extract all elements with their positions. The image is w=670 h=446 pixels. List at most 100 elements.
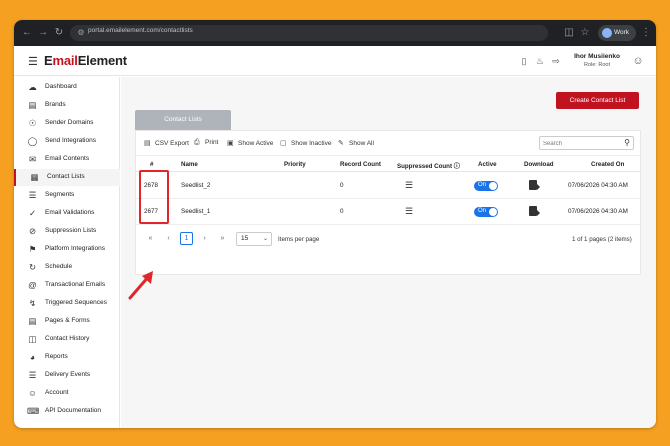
print-label: Print	[205, 139, 219, 146]
cloud-icon: ☁	[28, 82, 37, 92]
check-circle-icon: ✓	[28, 208, 37, 218]
sidebar-item-reports[interactable]: ◕ Reports	[14, 349, 120, 366]
show-active-button[interactable]: ▣ Show Active	[227, 139, 273, 147]
active-filter-icon: ▣	[227, 140, 234, 147]
last-page-icon[interactable]: »	[216, 232, 229, 245]
row-created-on: 07/06/2026 04:30 AM	[568, 182, 628, 189]
csv-export-label: CSV Export	[155, 140, 189, 147]
first-page-icon[interactable]: «	[144, 232, 157, 245]
search-input[interactable]	[543, 139, 618, 148]
column-header-name[interactable]: Name	[181, 161, 198, 168]
integration-icon: ◯	[27, 136, 38, 146]
sidebar-item-send-integrations[interactable]: ◯ Send Integrations	[14, 133, 120, 150]
tag-icon: ⚑	[28, 244, 37, 254]
toggle-label: On	[478, 208, 487, 214]
show-all-icon: ✎	[338, 140, 344, 147]
sidebar-item-transactional-emails[interactable]: @ Transactional Emails	[14, 277, 120, 294]
search-icon[interactable]: ⚲	[624, 138, 630, 147]
sidebar-item-label: Brands	[45, 101, 66, 108]
logout-icon[interactable]: ⇨	[550, 55, 562, 67]
logo-suffix: Element	[77, 53, 127, 68]
row-name[interactable]: Seedlist_2	[181, 182, 210, 189]
next-page-icon[interactable]: ›	[198, 232, 211, 245]
active-toggle[interactable]: On	[474, 207, 498, 217]
sidebar-item-label: Platform Integrations	[45, 245, 105, 252]
profile-chip[interactable]: Work	[598, 25, 636, 41]
column-header-created-on[interactable]: Created On	[591, 161, 624, 168]
sidebar-item-triggered-sequences[interactable]: ↯ Triggered Sequences	[14, 295, 120, 312]
column-header-active[interactable]: Active	[478, 161, 497, 168]
sidebar-item-label: Schedule	[45, 263, 73, 270]
print-button[interactable]: ⎙ Print	[194, 139, 218, 147]
search-box: ⚲	[539, 136, 634, 150]
column-header-download[interactable]: Download	[524, 161, 554, 168]
prev-page-icon[interactable]: ‹	[162, 232, 175, 245]
main-content: Create Contact List Contact Lists ▤ CSV E…	[121, 77, 656, 428]
sidebar-item-label: Segments	[45, 191, 75, 198]
logo-mid: mail	[52, 53, 78, 68]
page-size-select[interactable]: 15 ⌄	[236, 232, 272, 246]
suppressed-list-icon[interactable]: ☰	[405, 180, 413, 191]
sidebar-item-label: Account	[45, 389, 69, 396]
sidebar-item-label: Send Integrations	[45, 137, 96, 144]
sidebar-item-dashboard[interactable]: ☁ Dashboard	[14, 79, 120, 96]
schedule-icon: ↻	[28, 262, 37, 272]
menu-icon[interactable]: ☰	[28, 55, 38, 68]
sidebar-item-contact-lists[interactable]: ▦ Contact Lists	[14, 169, 120, 186]
sidebar-item-label: Delivery Events	[45, 371, 91, 378]
pages-icon: ▤	[28, 316, 37, 326]
sidebar-item-delivery-events[interactable]: ☰ Delivery Events	[14, 367, 120, 384]
sidebar-item-sender-domains[interactable]: ☉ Sender Domains	[14, 115, 120, 132]
reload-icon[interactable]: ↻	[52, 25, 66, 41]
show-inactive-button[interactable]: ▢ Show Inactive	[280, 139, 331, 147]
suppressed-list-icon[interactable]: ☰	[405, 206, 413, 217]
download-icon[interactable]	[529, 180, 540, 190]
sidebar-item-segments[interactable]: ☰ Segments	[14, 187, 120, 204]
row-created-on: 07/06/2026 04:30 AM	[568, 208, 628, 215]
info-icon[interactable]: ⓘ	[454, 163, 460, 170]
account-icon: ☺	[28, 388, 37, 398]
logo[interactable]: EmailElement	[44, 53, 127, 68]
bell-icon[interactable]: ♨	[534, 55, 546, 67]
table-row[interactable]: 2678 Seedlist_2 0 ☰ On 07/06/2026 04:30 …	[136, 173, 640, 199]
show-all-button[interactable]: ✎ Show All	[338, 139, 374, 147]
pagination-summary: 1 of 1 pages (2 items)	[572, 236, 632, 243]
create-contact-list-button[interactable]: Create Contact List	[556, 92, 639, 109]
chevron-down-icon: ⌄	[262, 236, 268, 242]
sidebar-item-email-validations[interactable]: ✓ Email Validations	[14, 205, 120, 222]
bolt-icon: ↯	[28, 298, 37, 308]
sidebar-item-api-documentation[interactable]: ⌨ API Documentation	[14, 403, 120, 420]
user-info: Ihor Musiienko Role: Root	[567, 53, 627, 68]
segments-icon: ☰	[28, 190, 37, 200]
column-header-priority[interactable]: Priority	[284, 161, 306, 168]
sidebar-item-contact-history[interactable]: ◫ Contact History	[14, 331, 120, 348]
share-icon[interactable]: ◫	[562, 25, 576, 41]
sidebar-item-pages-forms[interactable]: ▤ Pages & Forms	[14, 313, 120, 330]
sidebar-item-account[interactable]: ☺ Account	[14, 385, 120, 402]
tab-contact-lists[interactable]: Contact Lists	[135, 110, 231, 130]
table-row[interactable]: 2677 Seedlist_1 0 ☰ On 07/06/2026 04:30 …	[136, 199, 640, 225]
column-header-suppressed-count[interactable]: Suppressed Count ⓘ	[397, 161, 460, 170]
sidebar-item-platform-integrations[interactable]: ⚑ Platform Integrations	[14, 241, 120, 258]
sidebar-item-label: Pages & Forms	[45, 317, 90, 324]
sidebar-item-suppression-lists[interactable]: ⊘ Suppression Lists	[14, 223, 120, 240]
user-avatar-icon[interactable]: ☺	[632, 55, 644, 67]
csv-export-button[interactable]: ▤ CSV Export	[144, 139, 189, 147]
download-icon[interactable]	[529, 206, 540, 216]
column-header-number[interactable]: #	[150, 161, 153, 168]
sidebar-item-schedule[interactable]: ↻ Schedule	[14, 259, 120, 276]
site-info-icon[interactable]: ⚙	[74, 25, 88, 41]
bookmark-star-icon[interactable]: ☆	[578, 25, 592, 41]
profile-label: Work	[614, 29, 630, 36]
back-arrow-icon[interactable]: ←	[20, 25, 34, 41]
sidebar-item-brands[interactable]: ▤ Brands	[14, 97, 120, 114]
app-window: ← → ↻ ⚙ portal.emailelement.com/contactl…	[14, 20, 656, 428]
row-name[interactable]: Seedlist_1	[181, 208, 210, 215]
active-toggle[interactable]: On	[474, 181, 498, 191]
mobile-icon[interactable]: ▯	[518, 55, 530, 67]
more-menu-icon[interactable]: ⋮	[639, 25, 653, 41]
forward-arrow-icon[interactable]: →	[36, 25, 50, 41]
page-button-current[interactable]: 1	[180, 232, 193, 245]
column-header-record-count[interactable]: Record Count	[340, 161, 381, 168]
sidebar-item-email-contents[interactable]: ✉ Email Contents	[14, 151, 120, 168]
